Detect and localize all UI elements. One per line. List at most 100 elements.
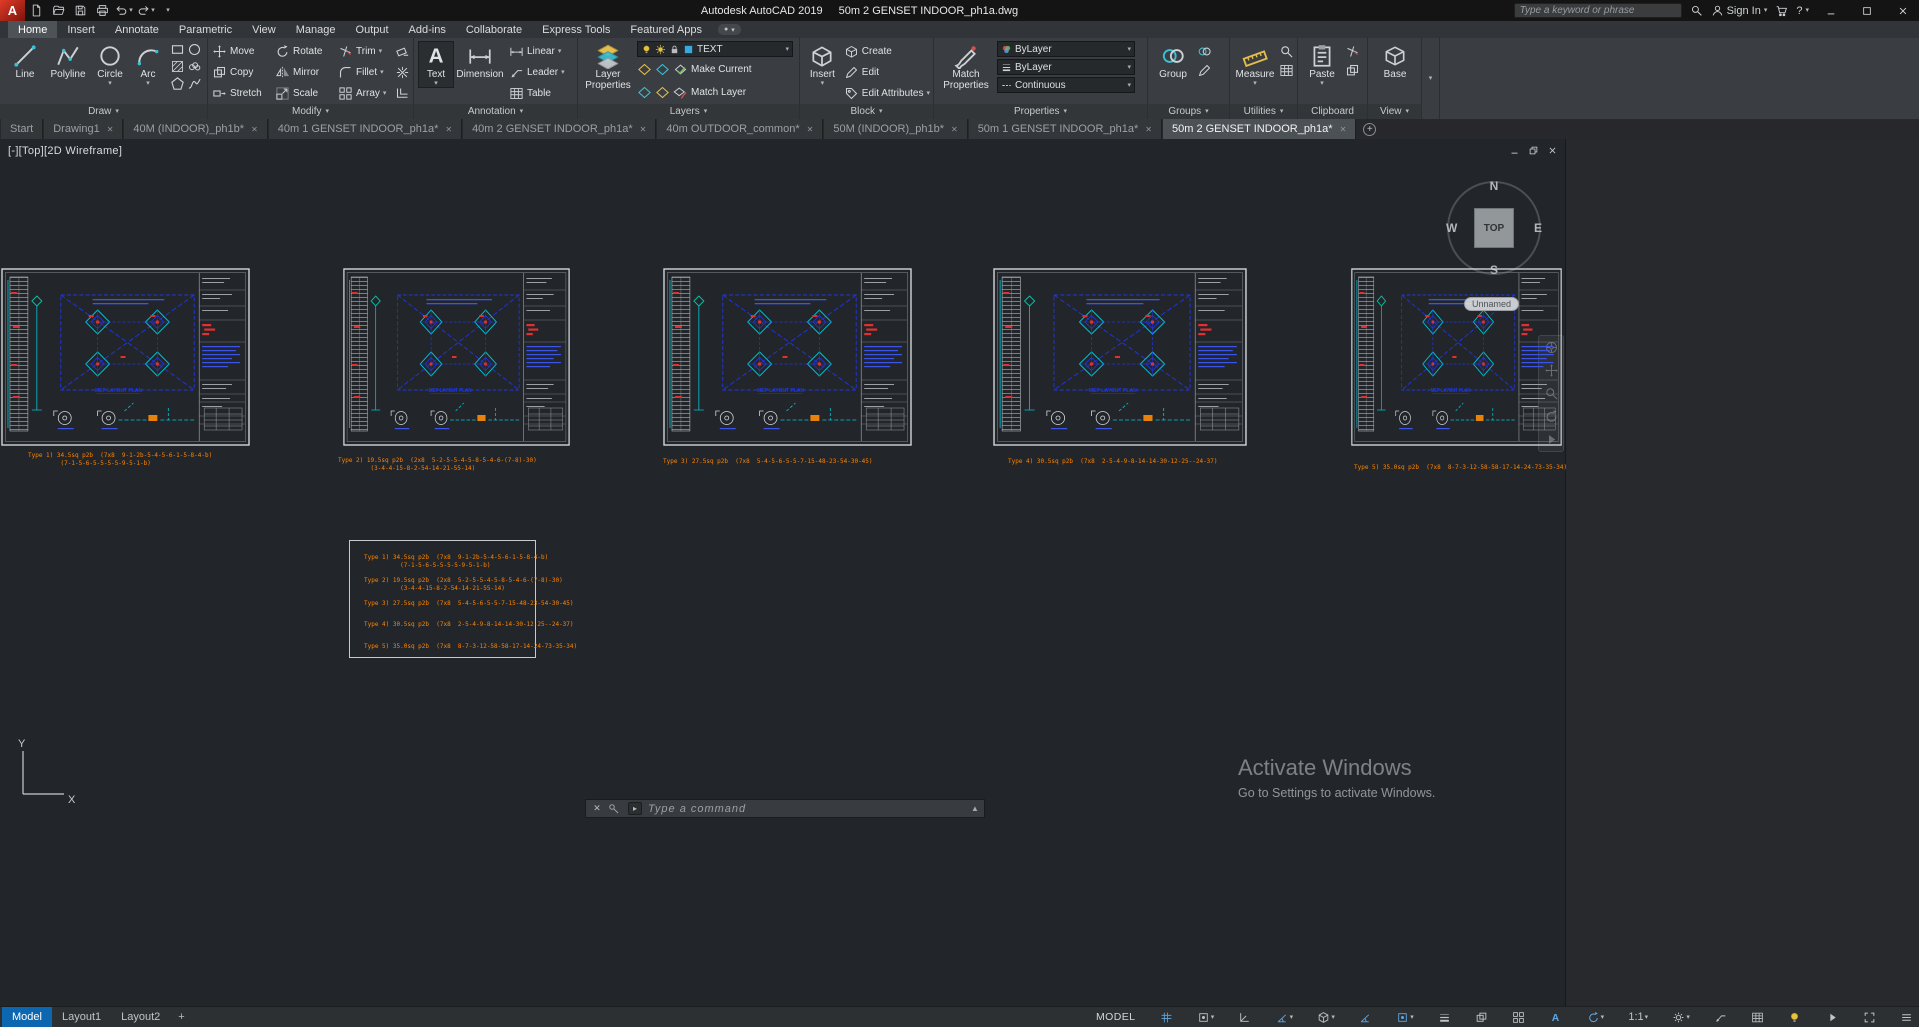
undo-button[interactable]: ▾	[113, 1, 135, 20]
sheet-label-4[interactable]: Type 4) 30.5sq p2b (7x8 2-5-4-9-8-14-14-…	[1008, 458, 1218, 466]
panel-title-modify[interactable]: Modify▾	[208, 104, 413, 119]
clean-screen-toggle[interactable]	[1863, 1011, 1876, 1024]
match-layer-button[interactable]: Match Layer	[637, 82, 793, 103]
autocad-logo-icon[interactable]: A	[0, 0, 25, 21]
file-tab-50m-1-genset[interactable]: 50m 1 GENSET INDOOR_ph1a*✕	[969, 119, 1162, 139]
new-file-button[interactable]	[25, 1, 47, 20]
rectangle-tool-icon[interactable]	[170, 42, 185, 57]
drawing-sheet-2[interactable]	[343, 268, 570, 446]
layer-thaw-sun-icon[interactable]	[655, 44, 666, 55]
group-button[interactable]: Group	[1152, 41, 1194, 81]
move-button[interactable]: Move	[212, 41, 275, 62]
graphics-performance-toggle[interactable]	[1826, 1011, 1839, 1024]
ribbon-tab-collaborate[interactable]: Collaborate	[456, 21, 532, 38]
ribbon-tab-annotate[interactable]: Annotate	[105, 21, 169, 38]
file-tab-50m-indoor[interactable]: 50M (INDOOR)_ph1b*✕	[824, 119, 967, 139]
annotation-monitor-toggle[interactable]	[1714, 1011, 1727, 1024]
hatch-tool-icon[interactable]	[170, 59, 185, 74]
edit-attributes-button[interactable]: Edit Attributes▾	[844, 83, 930, 104]
edit-block-button[interactable]: Edit	[844, 62, 930, 83]
text-button[interactable]: Text▾	[418, 41, 454, 88]
drawing-sheet-4[interactable]	[993, 268, 1247, 446]
close-button[interactable]	[1889, 1, 1917, 20]
rotate-button[interactable]: Rotate	[275, 41, 338, 62]
measure-button[interactable]: Measure▾	[1234, 41, 1276, 88]
ribbon-tab-featured-apps[interactable]: Featured Apps	[620, 21, 712, 38]
file-tab-40m-indoor[interactable]: 40M (INDOOR)_ph1b*✕	[124, 119, 267, 139]
search-input[interactable]	[1514, 3, 1682, 18]
lineweight-combo[interactable]: ByLayer▾	[997, 59, 1135, 75]
sheet-label-5[interactable]: Type 5) 35.0sq p2b (7x8 8-7-3-12-58-58-1…	[1354, 464, 1567, 472]
isolate-objects-button[interactable]	[1788, 1011, 1801, 1024]
drawing-window[interactable]: [-][Top][2D Wireframe] N W E S TOP Type …	[0, 139, 1566, 1006]
make-current-button[interactable]: Make Current	[637, 59, 793, 80]
selection-cycling-toggle[interactable]	[1512, 1011, 1525, 1024]
ucs-icon[interactable]: Y X	[14, 737, 84, 807]
file-tab-drawing1[interactable]: Drawing1✕	[44, 119, 123, 139]
transparency-toggle[interactable]	[1475, 1011, 1488, 1024]
quick-access-customize-button[interactable]: ▾	[157, 1, 179, 20]
arc-button[interactable]: Arc▾	[130, 41, 166, 88]
ribbon-tab-view[interactable]: View	[242, 21, 286, 38]
layer-combo[interactable]: TEXT ▾	[637, 41, 793, 57]
view-cube[interactable]: N W E S TOP	[1447, 181, 1541, 275]
circle-button[interactable]: Circle▾	[90, 41, 130, 88]
polar-tracking-toggle[interactable]: ▾	[1276, 1011, 1294, 1024]
dimension-button[interactable]: Dimension	[454, 41, 506, 81]
viewport-restore-icon[interactable]	[1529, 146, 1538, 155]
file-tab-40m-1-genset[interactable]: 40m 1 GENSET INDOOR_ph1a*✕	[269, 119, 462, 139]
layer-properties-button[interactable]: Layer Properties	[582, 41, 634, 92]
polyline-button[interactable]: Polyline	[46, 41, 90, 81]
ribbon-tab-output[interactable]: Output	[346, 21, 399, 38]
paste-button[interactable]: Paste▾	[1302, 41, 1342, 88]
panel-title-properties[interactable]: Properties▾	[934, 104, 1147, 119]
quick-calc-icon[interactable]	[1279, 63, 1294, 78]
model-tab[interactable]: Model	[2, 1007, 52, 1027]
ungroup-icon[interactable]	[1197, 44, 1212, 59]
drawing-sheet-1[interactable]	[1, 268, 250, 446]
ribbon-collapse-button[interactable]: ▾	[1422, 38, 1440, 119]
table-button[interactable]: Table	[509, 83, 565, 104]
match-properties-button[interactable]: Match Properties	[938, 41, 994, 92]
customize-button[interactable]	[1900, 1011, 1913, 1024]
panel-title-groups[interactable]: Groups▾	[1148, 104, 1229, 119]
new-layout-button[interactable]: +	[170, 1007, 192, 1027]
type-legend-box[interactable]: Type 1) 34.5sq p2b (7x8 9-1-2b-5-4-5-6-1…	[349, 540, 536, 658]
app-store-button[interactable]	[1775, 4, 1788, 17]
panel-title-annotation[interactable]: Annotation▾	[414, 104, 577, 119]
panel-title-layers[interactable]: Layers▾	[578, 104, 799, 119]
close-icon[interactable]: ✕	[807, 125, 814, 134]
autoscale-toggle[interactable]: ▾	[1587, 1011, 1605, 1024]
explode-tool-icon[interactable]	[395, 65, 410, 80]
new-tab-button[interactable]: +	[1363, 123, 1376, 136]
sheet-label-2[interactable]: Type 2) 19.5sq p2b (2x8 5-2-5-5-4-5-8-5-…	[338, 457, 537, 472]
layer-tool-icon[interactable]	[655, 85, 670, 100]
redo-button[interactable]: ▾	[135, 1, 157, 20]
layer-tool-icon[interactable]	[655, 62, 670, 77]
close-icon[interactable]: ✕	[445, 125, 452, 134]
isometric-drafting-toggle[interactable]: ▾	[1317, 1011, 1335, 1024]
annotation-visibility-toggle[interactable]	[1549, 1011, 1562, 1024]
ribbon-tab-insert[interactable]: Insert	[57, 21, 105, 38]
scale-button[interactable]: Scale	[275, 83, 338, 104]
copy-button[interactable]: Copy	[212, 62, 275, 83]
quick-properties-toggle[interactable]	[1751, 1011, 1764, 1024]
open-button[interactable]	[47, 1, 69, 20]
ribbon-tab-home[interactable]: Home	[8, 21, 57, 38]
base-view-button[interactable]: Base	[1373, 41, 1417, 81]
array-button[interactable]: Array▾	[338, 83, 395, 104]
layout1-tab[interactable]: Layout1	[52, 1007, 111, 1027]
object-color-combo[interactable]: ByLayer▾	[997, 41, 1135, 57]
annotation-scale-control[interactable]: 1:1▾	[1628, 1011, 1648, 1023]
panel-title-clipboard[interactable]: Clipboard	[1298, 104, 1367, 119]
ribbon-tab-manage[interactable]: Manage	[286, 21, 346, 38]
command-customize-button[interactable]	[608, 803, 620, 815]
command-prompt-text[interactable]: Type a command	[648, 803, 746, 815]
file-tab-40m-outdoor[interactable]: 40m OUTDOOR_common*✕	[657, 119, 823, 139]
view-cube-west[interactable]: W	[1446, 221, 1457, 235]
workspace-switching-button[interactable]: ▾	[1672, 1011, 1690, 1024]
object-snap-tracking-toggle[interactable]	[1359, 1011, 1372, 1024]
file-tab-50m-2-genset-active[interactable]: 50m 2 GENSET INDOOR_ph1a*✕	[1163, 119, 1356, 139]
leader-button[interactable]: Leader▾	[509, 62, 565, 83]
maximize-button[interactable]	[1853, 1, 1881, 20]
